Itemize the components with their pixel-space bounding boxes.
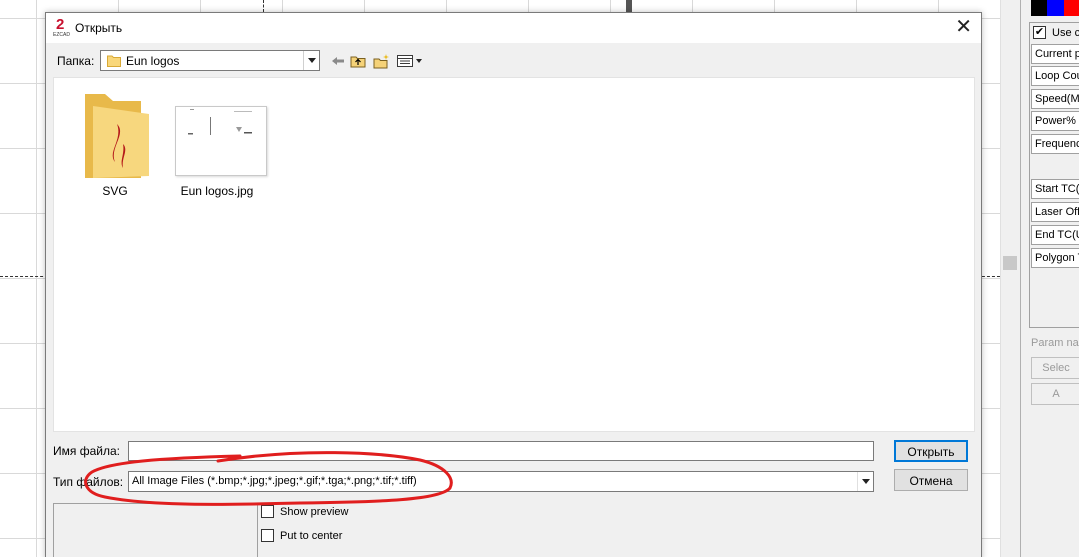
image-thumbnail <box>175 106 267 176</box>
put-to-center-label: Put to center <box>280 529 343 542</box>
ezcad-logo-text: EZCAD <box>53 32 70 38</box>
ezcad-logo-icon: 2 EZCAD <box>53 16 70 38</box>
dialog-title: Открыть <box>75 21 123 35</box>
put-to-center-row[interactable]: Put to center <box>261 529 342 542</box>
list-item-image-eun-logos[interactable]: Eun logos.jpg <box>167 78 267 208</box>
filename-input[interactable] <box>128 441 874 461</box>
pen-swatch-black[interactable] <box>1031 0 1048 16</box>
filetype-combobox[interactable]: All Image Files (*.bmp;*.jpg;*.jpeg;*.gi… <box>128 471 874 492</box>
canvas-guide-vertical <box>263 0 264 12</box>
param-loop-count[interactable]: Loop Cou <box>1031 66 1079 86</box>
param-laser-off[interactable]: Laser Off <box>1031 202 1079 222</box>
show-preview-row[interactable]: Show preview <box>261 505 348 518</box>
pen-swatch-blue[interactable] <box>1047 0 1064 16</box>
canvas-ruler-marker <box>626 0 632 12</box>
use-checkbox-label: Use c <box>1052 26 1079 39</box>
canvas-scroll-thumb[interactable] <box>1003 256 1017 270</box>
file-list-view[interactable]: SVG Eun logos.jpg <box>53 77 975 432</box>
open-file-dialog: 2 EZCAD Открыть ✕ Папка: Eun logos SVG E… <box>45 12 982 557</box>
apply-param-button[interactable]: A <box>1031 383 1079 405</box>
canvas-vertical-scrollbar[interactable] <box>1000 0 1020 557</box>
param-start-tc[interactable]: Start TC(U <box>1031 179 1079 199</box>
list-item-label: SVG <box>102 184 128 198</box>
param-frequency[interactable]: Frequenc <box>1031 134 1079 154</box>
show-preview-label: Show preview <box>280 505 349 518</box>
use-checkbox-row[interactable]: ✔ Use c <box>1033 26 1079 39</box>
put-to-center-checkbox[interactable] <box>261 529 274 542</box>
param-current-pen[interactable]: Current pe <box>1031 44 1079 64</box>
look-in-value: Eun logos <box>126 54 180 68</box>
chevron-down-icon[interactable] <box>303 51 319 70</box>
look-in-label: Папка: <box>57 54 95 68</box>
param-end-tc[interactable]: End TC(U <box>1031 225 1079 245</box>
chevron-down-icon[interactable] <box>857 472 873 491</box>
param-speed[interactable]: Speed(MI <box>1031 89 1079 109</box>
param-name-label: Param nar <box>1031 337 1079 349</box>
parameter-panel: ✔ Use c Current pe Loop Cou Speed(MI Pow… <box>1020 0 1079 557</box>
param-power[interactable]: Power% <box>1031 111 1079 131</box>
list-item-label: Eun logos.jpg <box>180 184 254 198</box>
param-polygon-tc[interactable]: Polygon T <box>1031 248 1079 268</box>
new-folder-icon[interactable] <box>372 52 390 70</box>
pen-swatch-red[interactable] <box>1063 0 1079 16</box>
back-arrow-icon[interactable] <box>330 52 346 70</box>
list-item-folder-svg[interactable]: SVG <box>65 78 165 208</box>
dialog-titlebar[interactable]: 2 EZCAD Открыть ✕ <box>46 13 981 43</box>
filetype-label: Тип файлов: <box>53 475 124 489</box>
view-menu-icon[interactable] <box>396 52 424 70</box>
look-in-combobox[interactable]: Eun logos <box>100 50 320 71</box>
folder-icon <box>107 55 121 67</box>
up-folder-icon[interactable] <box>349 52 367 70</box>
filetype-value: All Image Files (*.bmp;*.jpg;*.jpeg;*.gi… <box>132 475 417 487</box>
cancel-button[interactable]: Отмена <box>894 469 968 491</box>
use-checkbox[interactable]: ✔ <box>1033 26 1046 39</box>
show-preview-checkbox[interactable] <box>261 505 274 518</box>
folder-icon <box>85 94 149 178</box>
pen-color-swatches <box>1031 0 1079 16</box>
open-button[interactable]: Открыть <box>894 440 968 462</box>
close-icon[interactable]: ✕ <box>955 17 972 37</box>
ezcad-logo-number: 2 <box>56 16 65 33</box>
filename-label: Имя файла: <box>53 444 120 458</box>
select-param-button[interactable]: Selec <box>1031 357 1079 379</box>
preview-pane <box>53 503 258 557</box>
